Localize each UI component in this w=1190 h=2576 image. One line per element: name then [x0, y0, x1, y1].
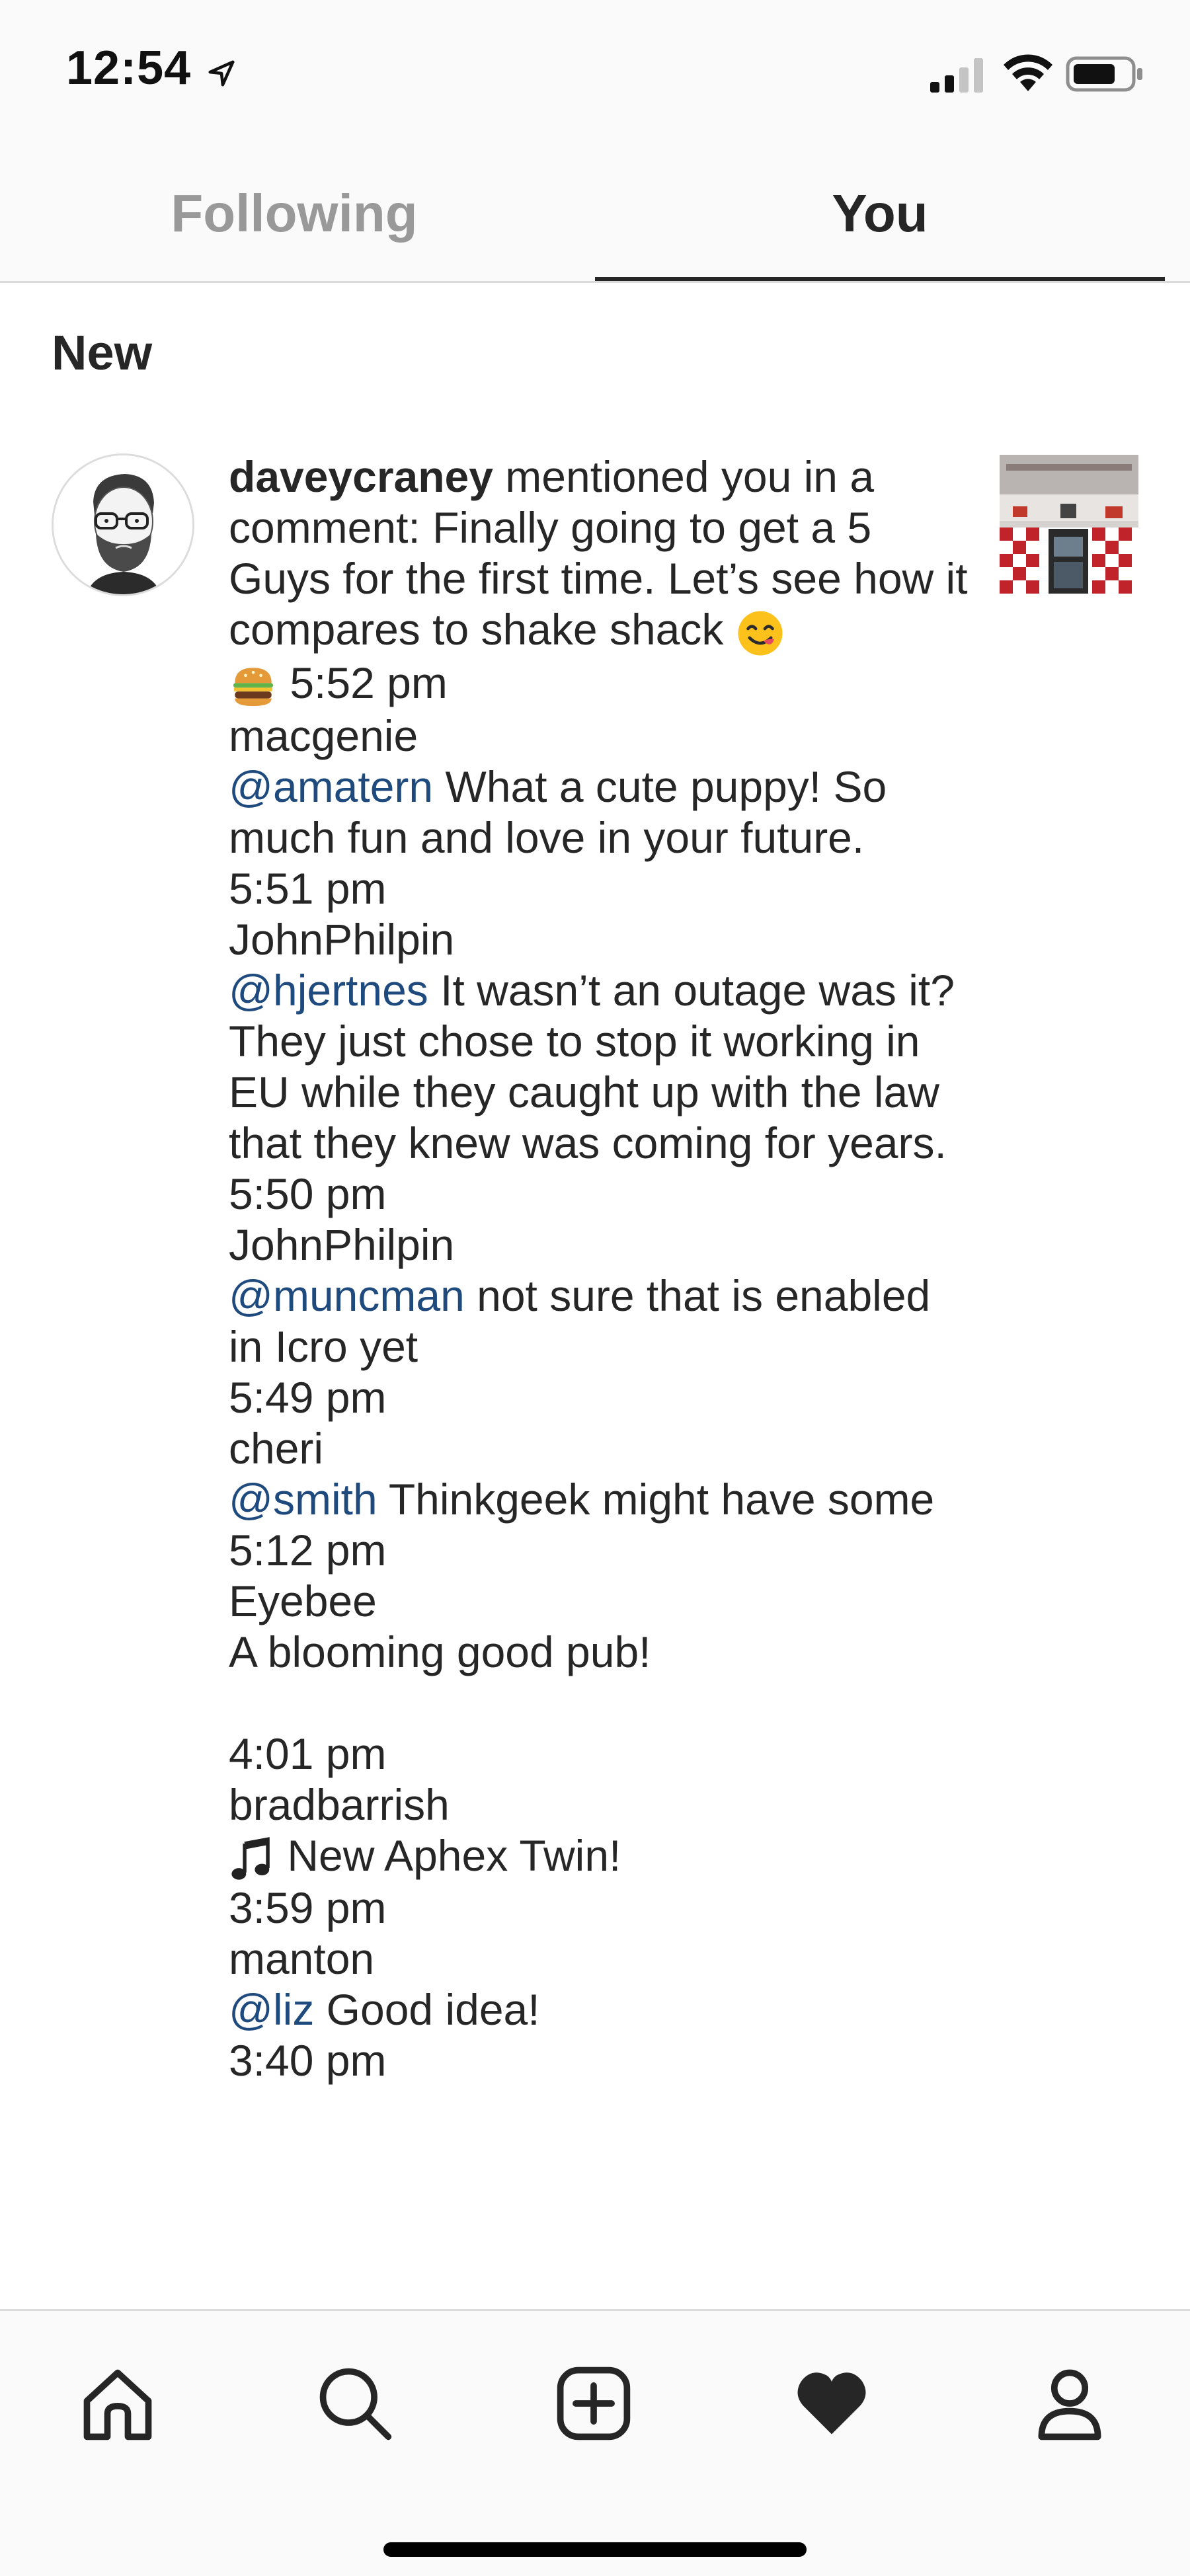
mention-link[interactable]: @amatern [229, 762, 433, 811]
activity-feed[interactable]: New daveycraney mentioned you in a comme… [0, 283, 1190, 2309]
nav-add-post-button[interactable] [547, 2357, 640, 2450]
notification-main: daveycraney mentioned you in a comment: … [229, 451, 976, 711]
list-item-time: 5:12 pm [229, 1526, 387, 1575]
comment-text: Thinkgeek might have some [377, 1475, 935, 1524]
section-title-new: New [52, 325, 153, 380]
avatar[interactable] [52, 453, 194, 596]
list-item-user: JohnPhilpin [229, 915, 455, 964]
list-item-time: 4:01 pm [229, 1729, 387, 1779]
home-icon [83, 2369, 152, 2440]
tab-following[interactable]: Following [0, 145, 588, 281]
hamburger-icon [233, 668, 274, 707]
nav-home-button[interactable] [71, 2357, 164, 2450]
search-icon [319, 2368, 392, 2440]
list-item-time: 5:50 pm [229, 1169, 387, 1219]
list-item-text: @liz Good idea! [229, 1984, 976, 2035]
list-item-user: Eyebee [229, 1577, 377, 1626]
tab-you-label: You [832, 183, 928, 243]
avatar-illustration [54, 455, 192, 594]
list-item-user: JohnPhilpin [229, 1220, 455, 1270]
battery-icon [1066, 56, 1142, 92]
location-arrow-icon [208, 60, 235, 87]
notification-text: daveycraney mentioned you in a comment: … [229, 451, 976, 2086]
list-item-user: bradbarrish [229, 1780, 450, 1830]
activity-screen: 12:54 Following You New daveycraney ment… [0, 0, 1190, 2576]
mention-link[interactable]: @hjertnes [229, 966, 428, 1015]
nav-activity-button[interactable] [785, 2357, 878, 2450]
mention-link[interactable]: @muncman [229, 1271, 465, 1320]
tab-following-label: Following [171, 183, 418, 243]
list-item-time: 5:49 pm [229, 1373, 387, 1423]
list-item-time: 3:40 pm [229, 2035, 387, 2085]
profile-icon [1038, 2369, 1101, 2440]
list-item-time: 5:51 pm [229, 864, 387, 914]
wifi-icon [1004, 54, 1052, 91]
list-item-user: manton [229, 1933, 375, 1983]
nav-search-button[interactable] [309, 2357, 401, 2450]
list-item-text: @amatern What a cute puppy! So much fun … [229, 761, 976, 863]
list-item-time: 3:59 pm [229, 1883, 387, 1932]
activity-tabs: Following You [0, 145, 1190, 283]
status-time: 12:54 [66, 42, 192, 95]
notification-username[interactable]: daveycraney [229, 452, 493, 501]
notification-time: 5:52 pm [290, 658, 448, 707]
comment-text: Good idea! [314, 1984, 540, 2034]
list-item-user: macgenie [229, 711, 418, 761]
nav-profile-button[interactable] [1023, 2357, 1116, 2450]
add-post-icon [557, 2366, 631, 2440]
active-tab-indicator [595, 277, 1165, 281]
list-item-text: A blooming good pub! [229, 1627, 651, 1677]
mention-link[interactable]: @smith [229, 1475, 377, 1524]
list-item-text: @smith Thinkgeek might have some [229, 1474, 976, 1525]
status-bar: 12:54 [0, 0, 1190, 145]
post-thumbnail[interactable] [1000, 455, 1138, 594]
home-indicator[interactable] [383, 2542, 807, 2557]
tab-you[interactable]: You [595, 145, 1165, 281]
list-item-text: @muncman not sure that is enabled in Icr… [229, 1270, 976, 1372]
face-savoring-food-icon [738, 611, 783, 656]
comment-text: New Aphex Twin! [275, 1831, 621, 1881]
thumbnail-image [1000, 455, 1138, 594]
cellular-signal-icon [930, 58, 983, 93]
list-item-user: cheri [229, 1424, 324, 1473]
list-item-text: New Aphex Twin! [229, 1830, 976, 1883]
mention-link[interactable]: @liz [229, 1985, 314, 2034]
heart-icon [797, 2372, 866, 2435]
bottom-tab-bar [0, 2309, 1190, 2576]
music-note-icon [231, 1836, 270, 1880]
list-item-text: @hjertnes It wasn’t an outage was it? Th… [229, 965, 976, 1169]
